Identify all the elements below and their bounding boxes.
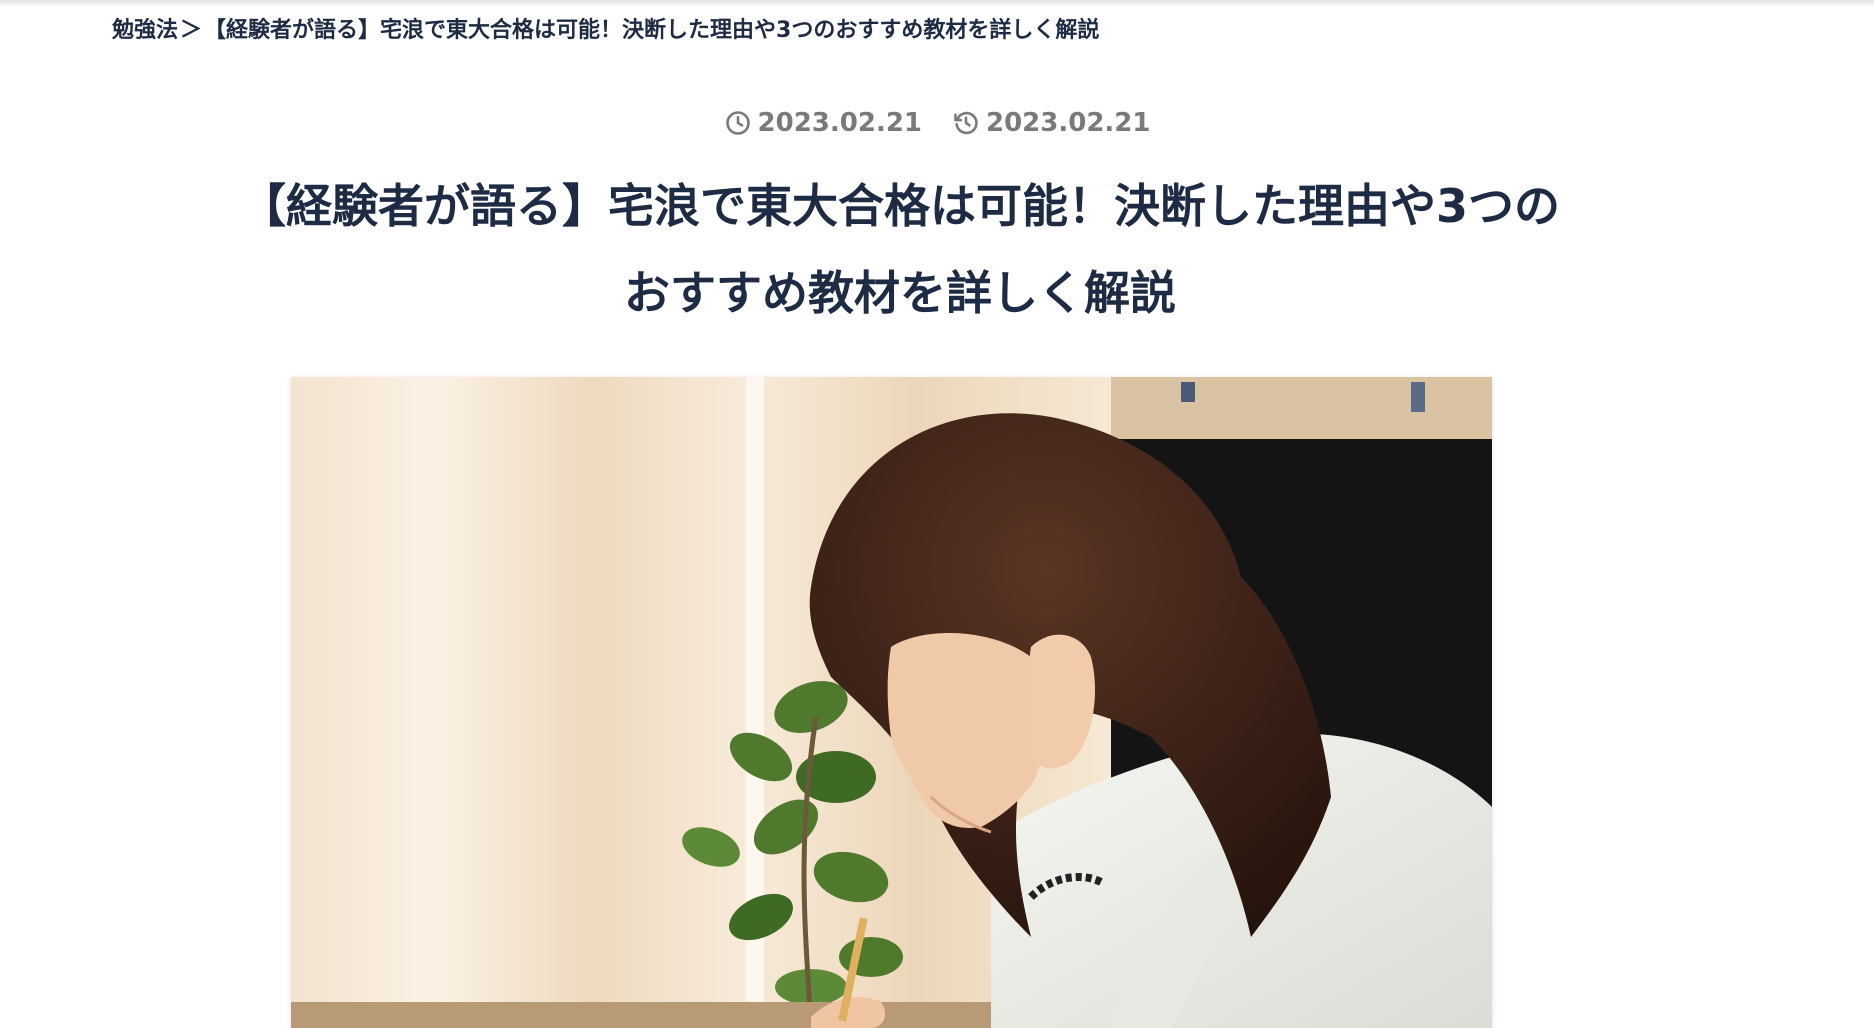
page-title-line-1: 【経験者が語る】宅浪で東大合格は可能！決断した理由や3つの <box>239 179 1560 233</box>
clock-icon <box>725 111 750 135</box>
page-title: 【経験者が語る】宅浪で東大合格は可能！決断した理由や3つの おすすめ教材を詳しく… <box>200 163 1600 337</box>
breadcrumb-current: 【経験者が語る】宅浪で東大合格は可能！決断した理由や3つのおすすめ教材を詳しく解… <box>204 18 1100 43</box>
breadcrumb: 勉強法 ＞ 【経験者が語る】宅浪で東大合格は可能！決断した理由や3つのおすすめ教… <box>112 12 1099 44</box>
breadcrumb-separator: ＞ <box>180 18 203 43</box>
post-dates: 2023.02.21 2023.02.21 <box>0 108 1874 138</box>
page-title-line-2: おすすめ教材を詳しく解説 <box>624 266 1176 320</box>
updated-date-text: 2023.02.21 <box>986 108 1151 138</box>
hero-image <box>291 377 1492 1028</box>
published-date-text: 2023.02.21 <box>757 108 922 138</box>
breadcrumb-link-category[interactable]: 勉強法 <box>112 12 178 44</box>
published-date: 2023.02.21 <box>724 108 922 138</box>
hero-photo-studying-woman <box>291 377 1492 1028</box>
history-icon <box>954 111 978 135</box>
top-shadow-bar <box>0 0 1874 6</box>
updated-date: 2023.02.21 <box>952 108 1150 138</box>
